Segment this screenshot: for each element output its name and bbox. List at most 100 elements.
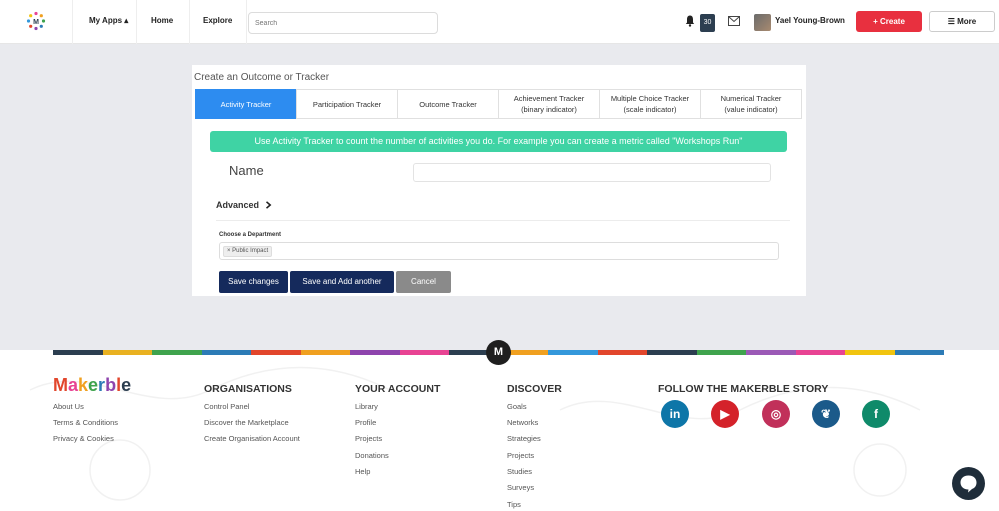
your-account-heading: YOUR ACCOUNT	[355, 383, 441, 395]
tab-label: Numerical Tracker	[720, 94, 782, 103]
create-tracker-card: Create an Outcome or Tracker Activity Tr…	[192, 65, 806, 296]
brand-letter: a	[68, 375, 79, 395]
save-changes-button[interactable]: Save changes	[219, 271, 288, 293]
more-button[interactable]: ☰ More	[929, 11, 995, 32]
nav-divider	[136, 0, 137, 44]
profile-link[interactable]: Profile	[355, 418, 376, 427]
stripe-segment	[845, 350, 895, 355]
stripe-segment	[53, 350, 103, 355]
department-label: Choose a Department	[219, 232, 282, 238]
my-apps-menu[interactable]: My Apps ▴	[89, 0, 128, 44]
stripe-segment	[894, 350, 944, 355]
tab-numerical-tracker[interactable]: Numerical Tracker (value indicator)	[700, 89, 802, 119]
tab-label: Activity Tracker	[220, 99, 272, 109]
tab-participation-tracker[interactable]: Participation Tracker	[296, 89, 398, 119]
tab-label: Outcome Tracker	[419, 99, 477, 109]
advanced-toggle[interactable]: Advanced	[216, 200, 272, 210]
create-org-account-link[interactable]: Create Organisation Account	[204, 434, 300, 443]
name-label: Name	[229, 163, 264, 178]
brand-letter: e	[121, 375, 132, 395]
top-navbar: M My Apps ▴ Home Explore 30 Yael Young-B…	[0, 0, 999, 44]
networks-link[interactable]: Networks	[507, 418, 538, 427]
stripe-segment	[795, 350, 845, 355]
privacy-link[interactable]: Privacy & Cookies	[53, 434, 114, 443]
linkedin-icon[interactable]: in	[661, 400, 689, 428]
stripe-segment	[647, 350, 697, 355]
user-name[interactable]: Yael Young-Brown	[775, 16, 845, 25]
stripe-segment	[548, 350, 598, 355]
tab-label: Multiple Choice Tracker	[610, 94, 690, 103]
terms-link[interactable]: Terms & Conditions	[53, 418, 118, 427]
organisations-heading: ORGANISATIONS	[204, 383, 292, 395]
donations-link[interactable]: Donations	[355, 451, 389, 460]
stripe-segment	[300, 350, 350, 355]
cancel-button[interactable]: Cancel	[396, 271, 451, 293]
twitter-icon[interactable]: ❦	[812, 400, 840, 428]
chat-bubble-icon	[960, 475, 977, 493]
explore-link[interactable]: Explore	[203, 0, 232, 44]
department-tag[interactable]: × Public Impact	[223, 246, 273, 257]
nav-divider	[246, 0, 247, 44]
discover-heading: DISCOVER	[507, 383, 562, 395]
help-link[interactable]: Help	[355, 467, 370, 476]
tab-sublabel: (binary indicator)	[521, 105, 577, 114]
notification-count-badge[interactable]: 30	[700, 14, 715, 32]
stripe-segment	[102, 350, 152, 355]
search-input[interactable]	[248, 12, 438, 34]
brand-letter: e	[88, 375, 99, 395]
info-banner: Use Activity Tracker to count the number…	[210, 131, 787, 152]
tab-outcome-tracker[interactable]: Outcome Tracker	[397, 89, 499, 119]
about-us-link[interactable]: About Us	[53, 402, 84, 411]
stripe-segment	[597, 350, 647, 355]
tab-label: Achievement Tracker	[513, 94, 585, 103]
chevron-right-icon	[265, 201, 271, 209]
nav-divider	[72, 0, 73, 44]
stripe-segment	[746, 350, 796, 355]
instagram-icon[interactable]: ◎	[762, 400, 790, 428]
tracker-type-tabs: Activity Tracker Participation Tracker O…	[195, 89, 805, 120]
chat-button[interactable]	[952, 467, 985, 500]
brand-letter: b	[105, 375, 117, 395]
page-title: Create an Outcome or Tracker	[194, 72, 330, 83]
youtube-icon[interactable]: ▶	[711, 400, 739, 428]
makerble-logo-icon[interactable]: M	[26, 11, 46, 31]
footer-watermark	[29, 366, 921, 501]
create-button[interactable]: + Create	[856, 11, 922, 32]
stripe-segment	[399, 350, 449, 355]
tips-link[interactable]: Tips	[507, 500, 521, 509]
footer-brand-logo[interactable]: Makerble	[53, 375, 131, 396]
home-link[interactable]: Home	[151, 0, 173, 44]
tab-multiple-choice-tracker[interactable]: Multiple Choice Tracker (scale indicator)	[599, 89, 701, 119]
library-link[interactable]: Library	[355, 402, 378, 411]
footer	[0, 350, 999, 511]
footer-m-logo[interactable]: M	[486, 340, 511, 365]
facebook-icon[interactable]: f	[862, 400, 890, 428]
discover-marketplace-link[interactable]: Discover the Marketplace	[204, 418, 289, 427]
stripe-segment	[201, 350, 251, 355]
mail-icon[interactable]	[728, 16, 740, 26]
department-select[interactable]: × Public Impact	[219, 242, 779, 260]
brand-letter: k	[78, 375, 89, 395]
advanced-label: Advanced	[216, 200, 260, 210]
tab-activity-tracker[interactable]: Activity Tracker	[195, 89, 297, 119]
avatar[interactable]	[754, 14, 771, 31]
divider	[216, 220, 790, 221]
tab-achievement-tracker[interactable]: Achievement Tracker (binary indicator)	[498, 89, 600, 119]
studies-link[interactable]: Studies	[507, 467, 532, 476]
projects-link[interactable]: Projects	[355, 434, 382, 443]
stripe-segment	[696, 350, 746, 355]
brand-letter: r	[98, 375, 106, 395]
name-input[interactable]	[413, 163, 771, 182]
save-and-add-another-button[interactable]: Save and Add another	[290, 271, 394, 293]
nav-divider	[189, 0, 190, 44]
goals-link[interactable]: Goals	[507, 402, 527, 411]
follow-heading: FOLLOW THE MAKERBLE STORY	[658, 383, 829, 395]
surveys-link[interactable]: Surveys	[507, 483, 534, 492]
bell-icon[interactable]	[685, 15, 695, 27]
tab-sublabel: (value indicator)	[724, 105, 778, 114]
control-panel-link[interactable]: Control Panel	[204, 402, 249, 411]
discover-projects-link[interactable]: Projects	[507, 451, 534, 460]
brand-letter: M	[53, 375, 68, 395]
strategies-link[interactable]: Strategies	[507, 434, 541, 443]
tab-label: Participation Tracker	[312, 99, 382, 109]
